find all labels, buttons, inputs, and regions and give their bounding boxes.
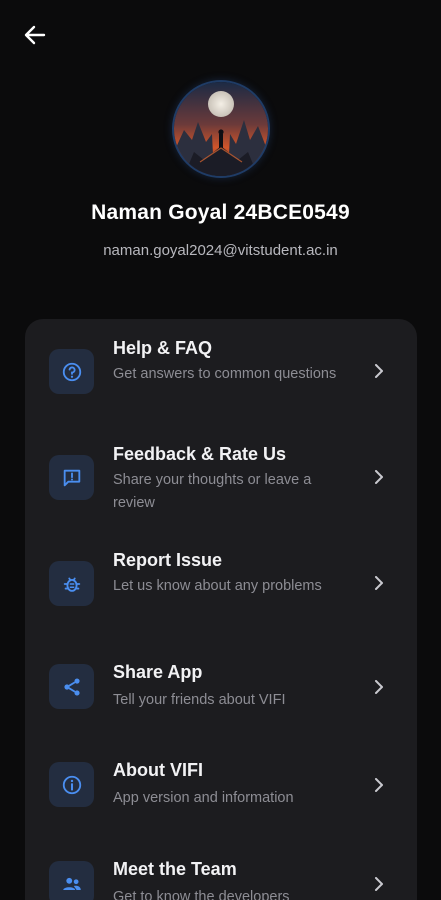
menu-item-subtitle: Get answers to common questions — [113, 366, 337, 382]
menu-card: Help & FAQ Get answers to common questio… — [25, 319, 417, 900]
avatar — [174, 82, 268, 176]
settings-screen: Naman Goyal 24BCE0549 naman.goyal2024@vi… — [0, 0, 441, 900]
people-icon — [49, 861, 94, 900]
menu-item-about[interactable]: About VIFI App version and information — [25, 735, 417, 833]
feedback-icon — [49, 455, 94, 500]
share-icon — [49, 664, 94, 709]
menu-item-subtitle: Get to know the developers — [113, 889, 290, 900]
menu-item-title: Share App — [113, 662, 203, 682]
chevron-right-icon — [371, 876, 387, 892]
menu-item-title: Meet the Team — [113, 859, 237, 879]
chevron-right-icon — [371, 679, 387, 695]
profile-email: naman.goyal2024@vitstudent.ac.in — [103, 242, 338, 259]
menu-item-title: Report Issue — [113, 550, 223, 570]
menu-item-title: Help & FAQ — [113, 338, 213, 358]
menu-item-help-faq[interactable]: Help & FAQ Get answers to common questio… — [25, 319, 417, 425]
chevron-right-icon — [371, 469, 387, 485]
menu-item-meet-team[interactable]: Meet the Team Get to know the developers — [25, 833, 417, 900]
menu-item-title: Feedback & Rate Us — [113, 444, 287, 464]
chevron-right-icon — [371, 777, 387, 793]
profile-name: Naman Goyal 24BCE0549 — [91, 201, 350, 224]
menu-item-report-issue[interactable]: Report Issue Let us know about any probl… — [25, 531, 417, 637]
menu-item-title: About VIFI — [113, 760, 203, 780]
info-icon — [49, 762, 94, 807]
menu-item-subtitle: Let us know about any problems — [113, 578, 322, 594]
chevron-right-icon — [371, 575, 387, 591]
menu-item-subtitle: Tell your friends about VIFI — [113, 692, 286, 708]
help-circle-icon — [49, 349, 94, 394]
chevron-right-icon — [371, 363, 387, 379]
arrow-left-icon — [24, 25, 46, 45]
menu-item-subtitle: App version and information — [113, 790, 294, 806]
menu-item-share-app[interactable]: Share App Tell your friends about VIFI — [25, 637, 417, 735]
bug-icon — [49, 561, 94, 606]
back-button[interactable] — [16, 18, 54, 52]
menu-item-feedback[interactable]: Feedback & Rate Us Share your thoughts o… — [25, 425, 417, 531]
menu-item-subtitle: Share your thoughts or leave a review — [113, 472, 312, 511]
